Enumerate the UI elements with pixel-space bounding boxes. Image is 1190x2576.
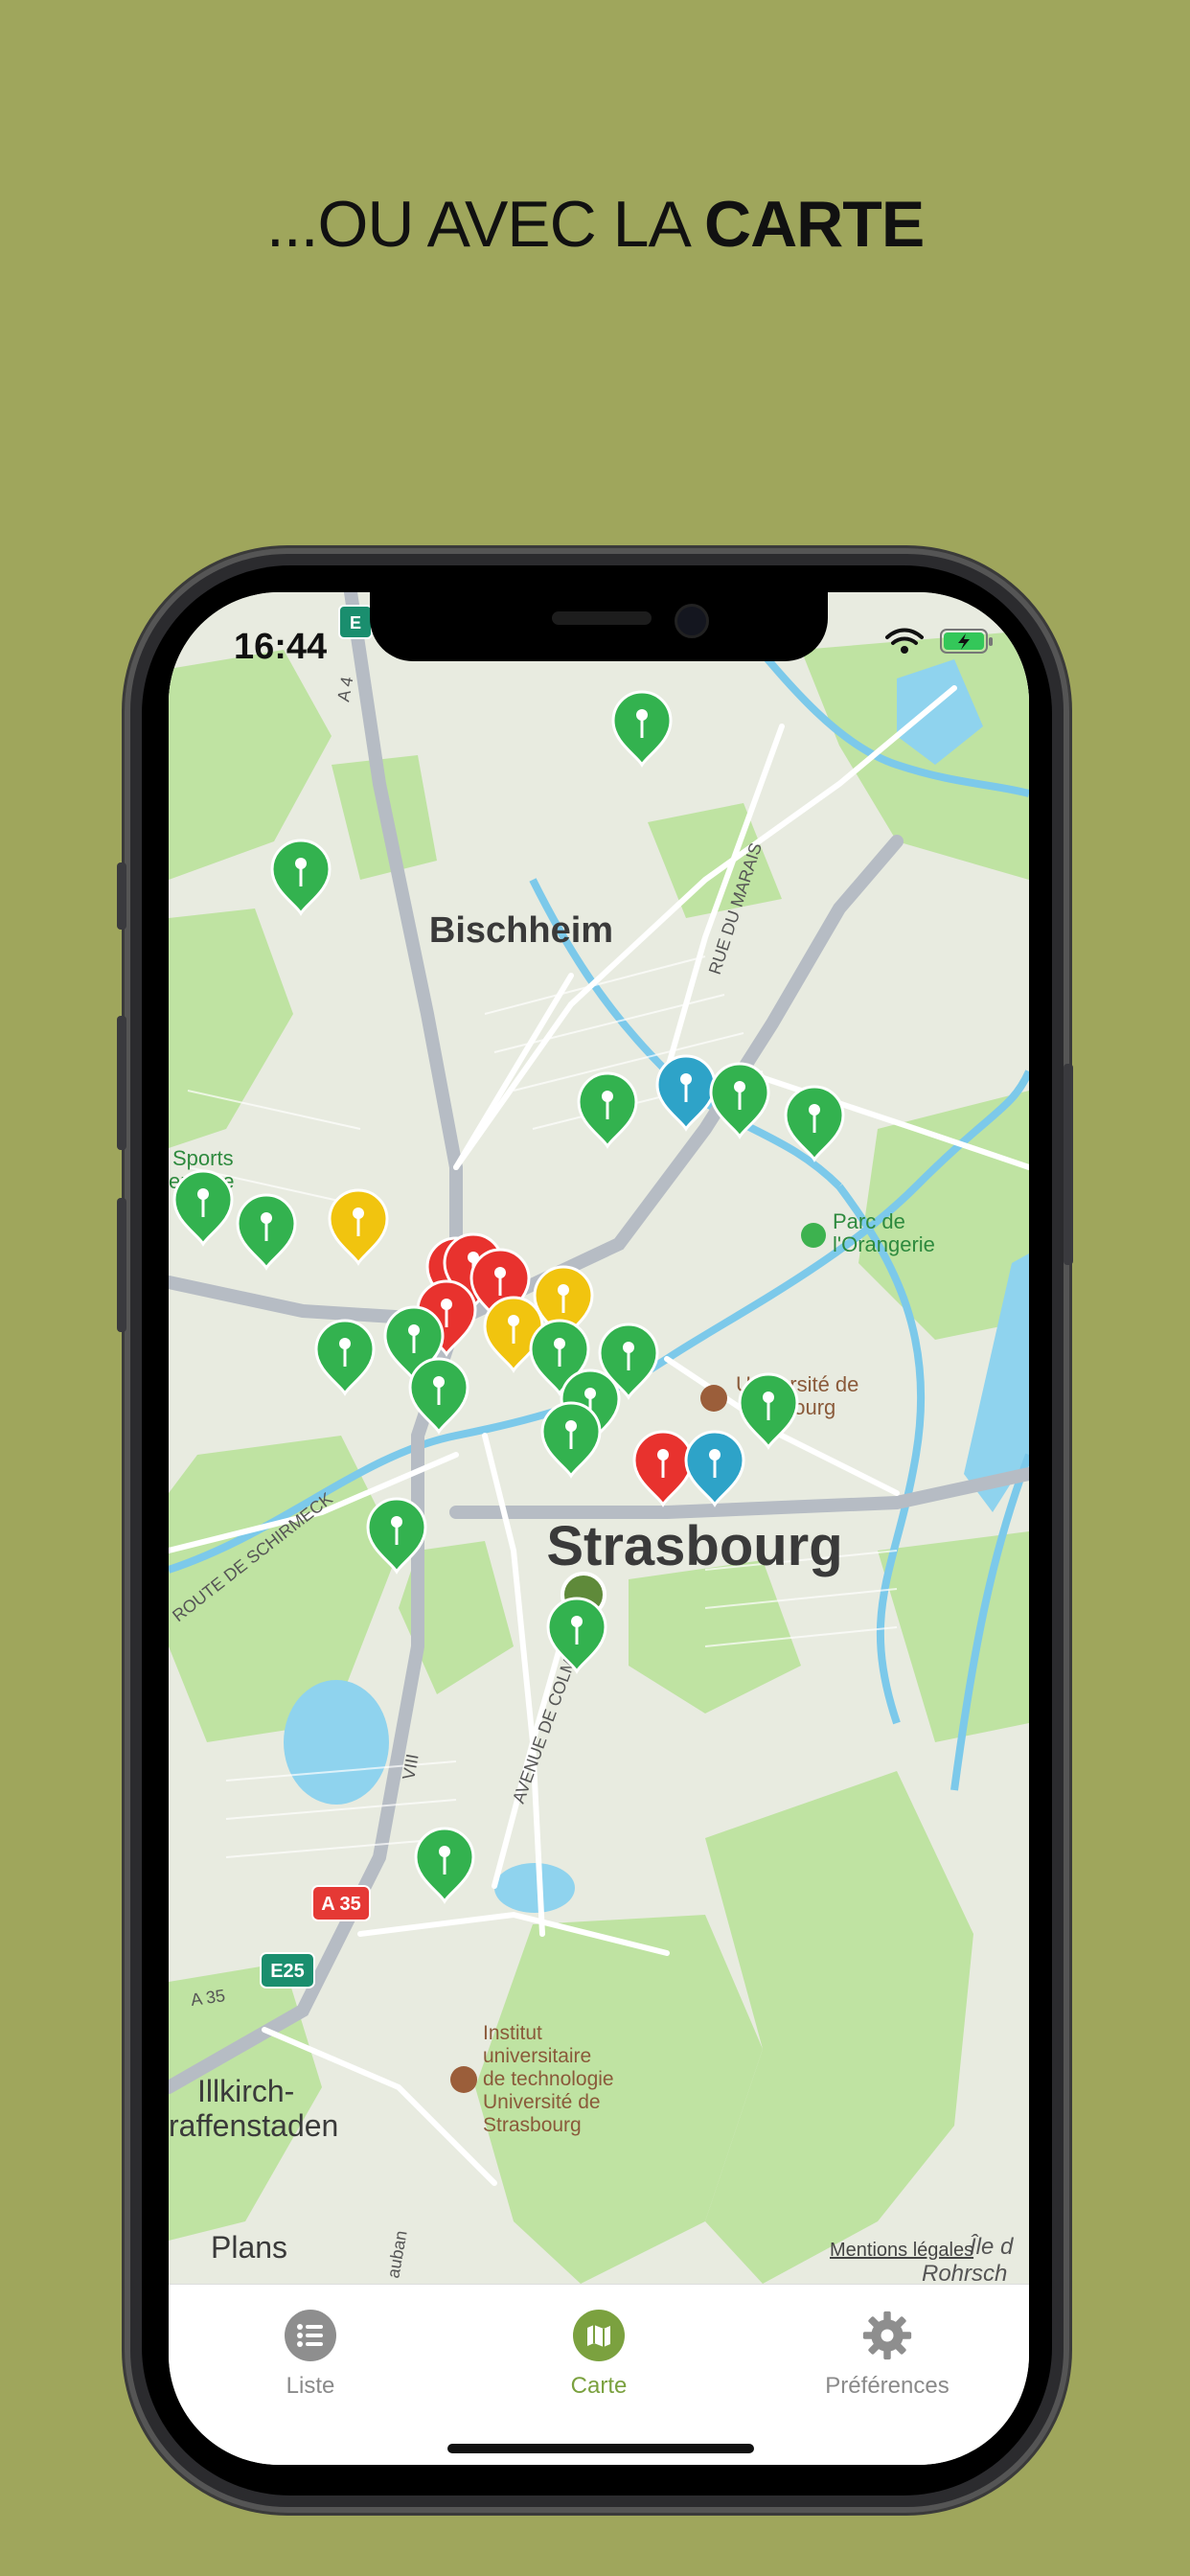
map-view[interactable]: Bischheim Strasbourg Sports epierre Parc… <box>169 592 1029 2284</box>
label-iut-2: universitaire <box>483 2045 591 2067</box>
tab-liste-label: Liste <box>286 2373 335 2399</box>
tab-carte-label: Carte <box>570 2373 628 2399</box>
home-indicator <box>447 2444 754 2453</box>
label-iut-4: Université de <box>483 2091 601 2113</box>
mute-switch <box>117 862 126 930</box>
tab-liste[interactable]: Liste <box>215 2310 406 2400</box>
gear-icon <box>861 2310 913 2361</box>
university-poi-icon <box>700 1385 727 1412</box>
battery-charging-icon <box>940 629 993 654</box>
legal-link[interactable]: Mentions légales <box>830 2240 973 2261</box>
iut-poi-icon <box>450 2066 477 2093</box>
map-icon <box>573 2310 625 2361</box>
headline-bold: CARTE <box>703 188 925 261</box>
e-shield-top: E <box>338 605 373 639</box>
notch <box>370 592 828 661</box>
e25-shield-text: E25 <box>270 1961 305 1982</box>
headline: ...OU AVEC LA CARTE <box>0 187 1190 262</box>
label-strasbourg: Strasbourg <box>546 1515 842 1577</box>
label-parc-2: l'Orangerie <box>833 1232 935 1256</box>
status-time: 16:44 <box>234 627 328 667</box>
tab-carte[interactable]: Carte <box>503 2310 695 2400</box>
label-parc-1: Parc de <box>833 1209 905 1233</box>
status-icons <box>883 627 995 656</box>
phone-screen: Bischheim Strasbourg Sports epierre Parc… <box>169 592 1029 2465</box>
volume-up-button <box>117 1016 126 1150</box>
tab-preferences-label: Préférences <box>825 2373 950 2399</box>
wifi-icon <box>885 628 924 654</box>
e25-shield: E25 <box>260 1952 315 1989</box>
headline-prefix: ...OU AVEC LA <box>265 188 704 261</box>
label-plans: Plans <box>211 2230 287 2265</box>
label-iut-3: de technologie <box>483 2068 614 2090</box>
label-bischheim: Bischheim <box>429 910 613 951</box>
tab-preferences[interactable]: Préférences <box>791 2310 983 2400</box>
a35-shield: A 35 <box>311 1885 371 1921</box>
label-iut-1: Institut <box>483 2022 542 2044</box>
volume-down-button <box>117 1198 126 1332</box>
tab-bar: Liste Carte Préférences <box>169 2284 1029 2465</box>
label-ile: Île d <box>970 2234 1014 2260</box>
label-iut-5: Strasbourg <box>483 2114 582 2136</box>
list-icon <box>285 2310 336 2361</box>
a35-shield-text: A 35 <box>321 1894 361 1915</box>
park-poi-icon <box>801 1223 826 1248</box>
e-shield-top-text: E <box>350 613 361 632</box>
label-rohrsch: Rohrsch <box>922 2261 1007 2284</box>
label-sports: Sports <box>172 1146 234 1170</box>
speaker <box>552 611 652 625</box>
label-illkirch-2: raffenstaden <box>169 2108 338 2143</box>
front-camera <box>675 604 709 638</box>
label-illkirch-1: Illkirch- <box>197 2074 294 2108</box>
side-button <box>1064 1064 1073 1265</box>
